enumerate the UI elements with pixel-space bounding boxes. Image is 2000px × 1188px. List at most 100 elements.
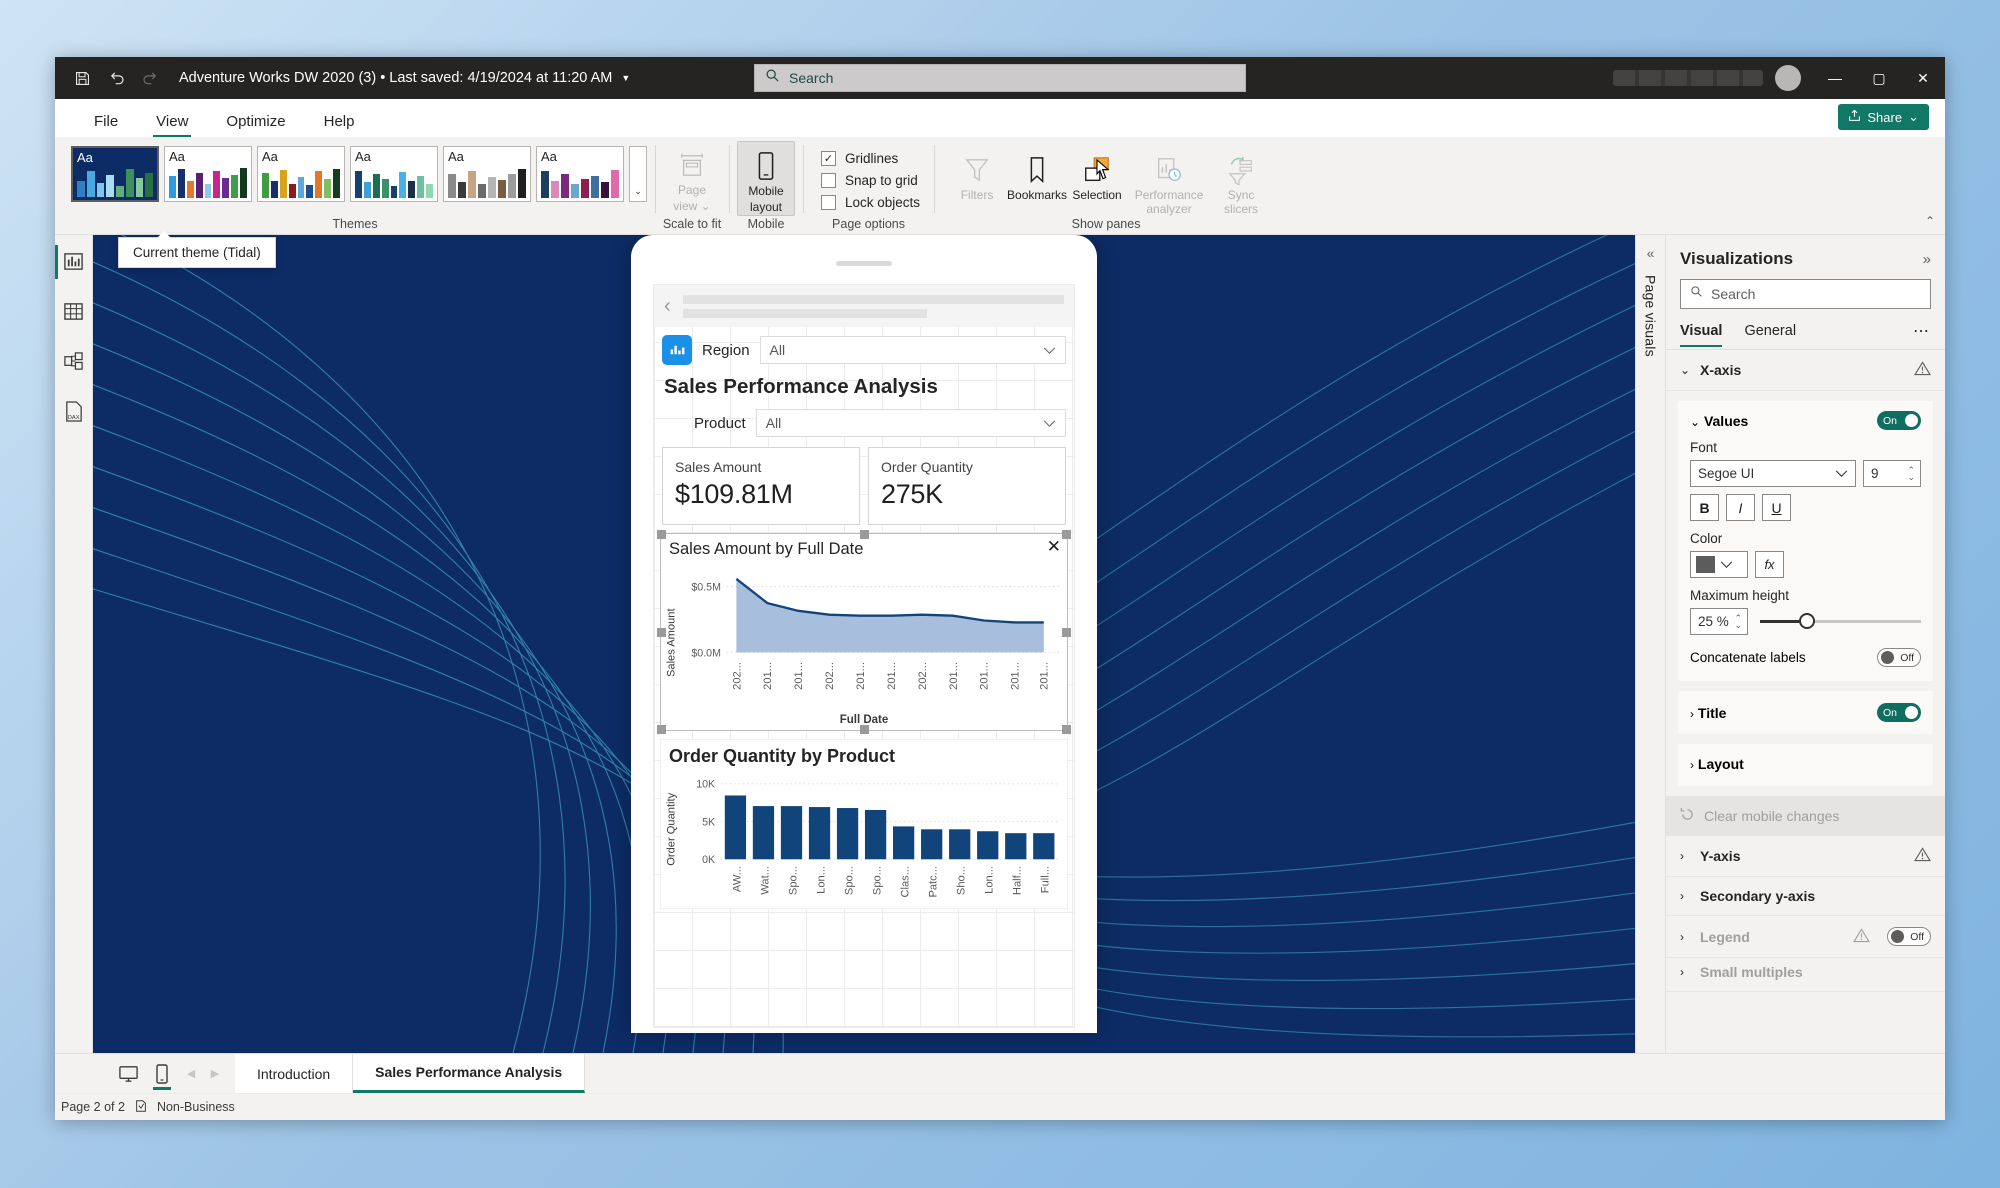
legend-toggle[interactable]: Off	[1887, 927, 1931, 946]
kpi-card-sales-amount[interactable]: Sales Amount $109.81M	[662, 447, 860, 525]
bookmarks-pane-button[interactable]: Bookmarks	[1007, 146, 1067, 217]
theme-thumbnail-2[interactable]: Aa	[164, 146, 252, 202]
snap-to-grid-checkbox-row[interactable]: Snap to grid	[821, 173, 920, 188]
themes-gallery-expand-icon[interactable]: ⌄	[629, 146, 647, 202]
account-name[interactable]	[1613, 70, 1763, 86]
stepper-arrows-icon[interactable]: ⌃ ⌄	[1907, 465, 1915, 481]
color-picker-button[interactable]	[1690, 551, 1748, 578]
title-caret-icon[interactable]: ▼	[621, 73, 630, 83]
model-view-icon[interactable]	[62, 349, 86, 373]
kpi-label: Order Quantity	[881, 459, 973, 475]
gridlines-checkbox-row[interactable]: ✓ Gridlines	[821, 151, 920, 166]
x-tick-label: Wat...	[759, 866, 771, 895]
page-visuals-tab[interactable]: « Page visuals	[1635, 235, 1665, 1053]
page-tab-introduction[interactable]: Introduction	[235, 1054, 354, 1093]
save-icon[interactable]	[67, 64, 97, 92]
section-small-multiples[interactable]: › Small multiples	[1666, 958, 1945, 992]
collapse-pane-icon[interactable]: «	[1647, 245, 1655, 261]
theme-thumbnail-6[interactable]: Aa	[536, 146, 624, 202]
values-toggle[interactable]: On	[1877, 411, 1921, 430]
theme-thumbnail-3[interactable]: Aa	[257, 146, 345, 202]
lock-objects-checkbox-row[interactable]: Lock objects	[821, 195, 920, 210]
theme-thumbnail-current[interactable]: Aa	[71, 146, 159, 202]
chevron-right-icon[interactable]: ›	[1690, 707, 1694, 721]
chevron-down-icon[interactable]: ⌄	[1690, 415, 1700, 429]
back-icon[interactable]: ‹	[664, 296, 671, 316]
menu-item-help[interactable]: Help	[307, 105, 372, 137]
section-y-axis[interactable]: › Y-axis	[1666, 836, 1945, 877]
font-size-stepper[interactable]: 9 ⌃ ⌄	[1863, 460, 1921, 487]
visual-order-quantity-by-product[interactable]: Order Quantity by Product Order Quantity…	[660, 739, 1068, 909]
table-view-icon[interactable]	[62, 299, 86, 323]
menu-item-view[interactable]: View	[139, 105, 205, 137]
visual-type-icon[interactable]	[662, 335, 692, 365]
menu-item-optimize[interactable]: Optimize	[209, 105, 302, 137]
resize-handle[interactable]	[657, 725, 666, 734]
avatar[interactable]	[1775, 65, 1801, 91]
maximum-height-stepper[interactable]: 25 % ⌃ ⌄	[1690, 608, 1748, 635]
resize-handle[interactable]	[1062, 530, 1071, 539]
share-button[interactable]: Share ⌄	[1838, 104, 1929, 130]
visual-sales-amount-by-full-date[interactable]: Sales Amount by Full Date ✕ Sales Amount…	[657, 530, 1071, 734]
theme-thumbnail-5[interactable]: Aa	[443, 146, 531, 202]
x-tick-label: Spo...	[871, 866, 883, 895]
next-page-icon[interactable]: ▶	[205, 1067, 225, 1080]
italic-button[interactable]: I	[1726, 494, 1755, 521]
global-search-box[interactable]: Search	[754, 64, 1246, 92]
resize-handle[interactable]	[657, 628, 666, 637]
gridlines-checkbox[interactable]: ✓	[821, 151, 836, 166]
minimize-button[interactable]: —	[1813, 57, 1857, 99]
resize-handle[interactable]	[1062, 628, 1071, 637]
tab-visual[interactable]: Visual	[1680, 323, 1723, 347]
resize-handle[interactable]	[1062, 725, 1071, 734]
snap-to-grid-checkbox[interactable]	[821, 173, 836, 188]
close-button[interactable]: ✕	[1901, 57, 1945, 99]
more-options-icon[interactable]: ⋯	[1913, 321, 1931, 349]
theme-thumbnail-4[interactable]: Aa	[350, 146, 438, 202]
conditional-formatting-button[interactable]: fx	[1755, 551, 1784, 578]
section-x-axis[interactable]: ⌄ X-axis	[1666, 350, 1945, 391]
font-family-select[interactable]: Segoe UI	[1690, 460, 1856, 487]
chevron-right-icon[interactable]: ›	[1690, 758, 1694, 772]
title-card[interactable]: › Title On	[1678, 691, 1933, 734]
slider-knob[interactable]	[1798, 613, 1815, 629]
resize-handle[interactable]	[860, 725, 869, 734]
report-view-icon[interactable]	[62, 249, 86, 273]
x-tick-label: 201...	[762, 662, 774, 690]
page-tab-sales-performance-analysis[interactable]: Sales Performance Analysis	[353, 1054, 586, 1093]
layout-card[interactable]: › Layout	[1678, 744, 1933, 786]
resize-handle[interactable]	[657, 530, 666, 539]
tab-general[interactable]: General	[1744, 323, 1796, 347]
title-toggle[interactable]: On	[1877, 703, 1921, 722]
desktop-view-icon[interactable]	[113, 1059, 143, 1089]
collapse-ribbon-icon[interactable]: ⌃	[1925, 214, 1935, 228]
section-legend[interactable]: › Legend Off	[1666, 916, 1945, 958]
page-visuals-label: Page visuals	[1642, 275, 1659, 357]
selection-pane-button[interactable]: Selection	[1068, 146, 1126, 217]
maximize-button[interactable]: ▢	[1857, 57, 1901, 99]
lock-objects-checkbox[interactable]	[821, 195, 836, 210]
menu-item-file[interactable]: File	[77, 105, 135, 137]
prev-page-icon[interactable]: ◀	[181, 1067, 201, 1080]
bold-button[interactable]: B	[1690, 494, 1719, 521]
theme-thumbnail-label: Aa	[169, 149, 185, 164]
section-secondary-y-axis[interactable]: › Secondary y-axis	[1666, 877, 1945, 916]
performance-analyzer-button: Performance analyzer	[1128, 146, 1210, 217]
mobile-layout-button[interactable]: Mobile layout	[737, 141, 795, 216]
close-icon[interactable]: ✕	[1047, 538, 1061, 555]
x-tick-label: 201...	[886, 662, 898, 690]
stepper-arrows-icon[interactable]: ⌃ ⌄	[1734, 613, 1742, 629]
region-slicer-dropdown[interactable]: All	[759, 336, 1066, 364]
resize-handle[interactable]	[860, 530, 869, 539]
kpi-card-order-quantity[interactable]: Order Quantity 275K	[868, 447, 1066, 525]
concatenate-labels-toggle[interactable]: Off	[1877, 648, 1921, 667]
undo-icon[interactable]	[101, 64, 131, 92]
page-tab-bar: ◀ ▶ Introduction Sales Performance Analy…	[55, 1053, 1945, 1093]
dax-query-view-icon[interactable]: DAX	[62, 399, 86, 423]
maximum-height-slider[interactable]	[1760, 613, 1921, 629]
format-search-input[interactable]: Search	[1680, 279, 1931, 309]
product-slicer-dropdown[interactable]: All	[755, 409, 1066, 437]
mobile-view-icon[interactable]	[147, 1059, 177, 1090]
underline-button[interactable]: U	[1762, 494, 1791, 521]
expand-pane-icon[interactable]: »	[1923, 251, 1931, 268]
